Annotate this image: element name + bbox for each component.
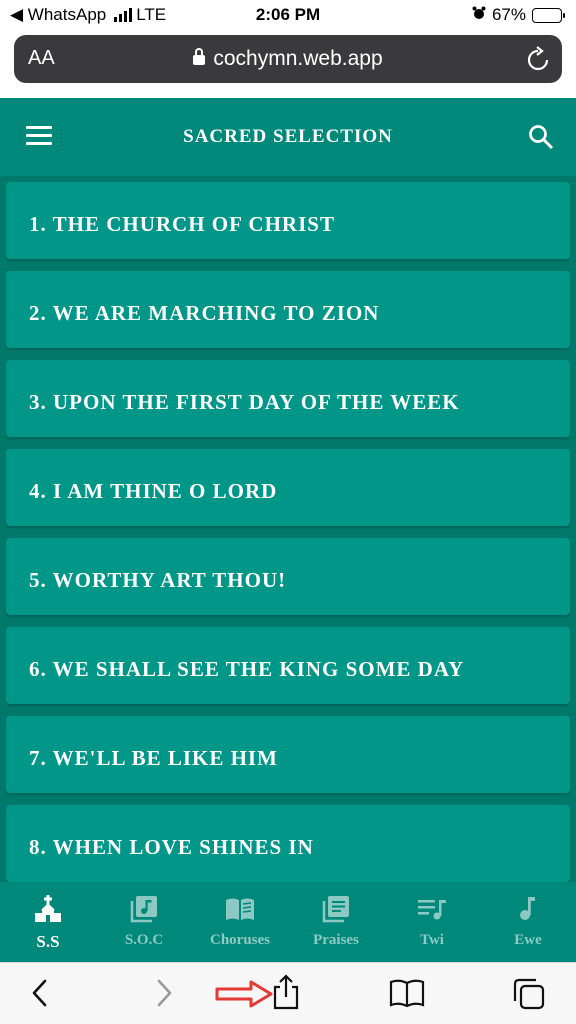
tabs-icon bbox=[513, 978, 545, 1010]
share-icon bbox=[273, 974, 299, 1010]
song-title: 7. WE'LL BE LIKE HIM bbox=[29, 746, 278, 770]
tab-ss[interactable]: S.S bbox=[0, 882, 96, 962]
song-item-7[interactable]: 7. WE'LL BE LIKE HIM bbox=[6, 716, 570, 793]
song-title: 5. WORTHY ART THOU! bbox=[29, 568, 287, 592]
tab-label: Twi bbox=[420, 932, 444, 948]
song-item-8[interactable]: 8. WHEN LOVE SHINES IN bbox=[6, 805, 570, 882]
song-item-3[interactable]: 3. UPON THE FIRST DAY OF THE WEEK bbox=[6, 360, 570, 437]
chevron-right-icon bbox=[157, 979, 172, 1007]
song-title: 6. WE SHALL SEE THE KING SOME DAY bbox=[29, 657, 465, 681]
tab-choruses[interactable]: Choruses bbox=[192, 882, 288, 962]
song-item-5[interactable]: 5. WORTHY ART THOU! bbox=[6, 538, 570, 615]
open-book-icon bbox=[226, 898, 254, 920]
back-button[interactable] bbox=[28, 977, 52, 1014]
annotation-arrow-icon bbox=[215, 979, 275, 1014]
song-item-1[interactable]: 1. THE CHURCH OF CHRIST bbox=[6, 182, 570, 259]
tab-praises[interactable]: Praises bbox=[288, 882, 384, 962]
bookmarks-button[interactable] bbox=[389, 977, 425, 1014]
page-title: SACRED SELECTION bbox=[183, 126, 393, 147]
bottom-navigation: S.S S.O.C Choruses Praises Twi Ewe bbox=[0, 882, 576, 962]
browser-address-area: AA cochymn.web.app bbox=[0, 30, 576, 98]
chevron-left-icon bbox=[32, 979, 47, 1007]
status-bar: ◀ WhatsApp LTE 2:06 PM 67% bbox=[0, 0, 576, 30]
tab-label: S.S bbox=[36, 932, 60, 951]
browser-toolbar bbox=[0, 962, 576, 1024]
address-bar[interactable]: AA cochymn.web.app bbox=[14, 35, 562, 83]
url-display[interactable]: cochymn.web.app bbox=[14, 47, 562, 71]
song-item-2[interactable]: 2. WE ARE MARCHING TO ZION bbox=[6, 271, 570, 348]
tab-twi[interactable]: Twi bbox=[384, 882, 480, 962]
tab-label: S.O.C bbox=[124, 932, 164, 948]
song-item-6[interactable]: 6. WE SHALL SEE THE KING SOME DAY bbox=[6, 627, 570, 704]
song-list: 1. THE CHURCH OF CHRIST 2. WE ARE MARCHI… bbox=[0, 176, 576, 882]
alarm-icon bbox=[472, 5, 486, 25]
battery-percent: 67% bbox=[491, 5, 526, 24]
tab-ewe[interactable]: Ewe bbox=[480, 882, 576, 962]
tab-soc[interactable]: S.O.C bbox=[96, 882, 192, 962]
song-title: 2. WE ARE MARCHING TO ZION bbox=[29, 301, 380, 325]
queue-music-icon bbox=[418, 900, 446, 920]
tabs-button[interactable] bbox=[512, 977, 546, 1016]
share-button[interactable] bbox=[270, 973, 302, 1016]
church-icon bbox=[35, 895, 61, 922]
lock-icon bbox=[193, 48, 206, 65]
status-right: 67% bbox=[472, 5, 565, 25]
book-icon bbox=[389, 979, 425, 1008]
music-library-icon bbox=[130, 896, 157, 923]
app-header: SACRED SELECTION bbox=[0, 98, 576, 176]
music-note-icon bbox=[520, 897, 535, 920]
song-title: 8. WHEN LOVE SHINES IN bbox=[29, 835, 314, 859]
song-title: 3. UPON THE FIRST DAY OF THE WEEK bbox=[29, 390, 460, 414]
url-text: cochymn.web.app bbox=[213, 47, 383, 70]
song-item-4[interactable]: 4. I AM THINE O LORD bbox=[6, 449, 570, 526]
tab-label: Choruses bbox=[209, 932, 270, 948]
battery-icon bbox=[532, 7, 565, 23]
reload-icon[interactable] bbox=[526, 46, 550, 77]
library-books-icon bbox=[322, 896, 349, 923]
tab-label: Praises bbox=[313, 932, 359, 948]
song-title: 1. THE CHURCH OF CHRIST bbox=[29, 212, 335, 236]
tab-label: Ewe bbox=[514, 932, 542, 948]
song-title: 4. I AM THINE O LORD bbox=[29, 479, 278, 503]
forward-button[interactable] bbox=[152, 977, 176, 1014]
search-icon[interactable] bbox=[528, 124, 554, 150]
